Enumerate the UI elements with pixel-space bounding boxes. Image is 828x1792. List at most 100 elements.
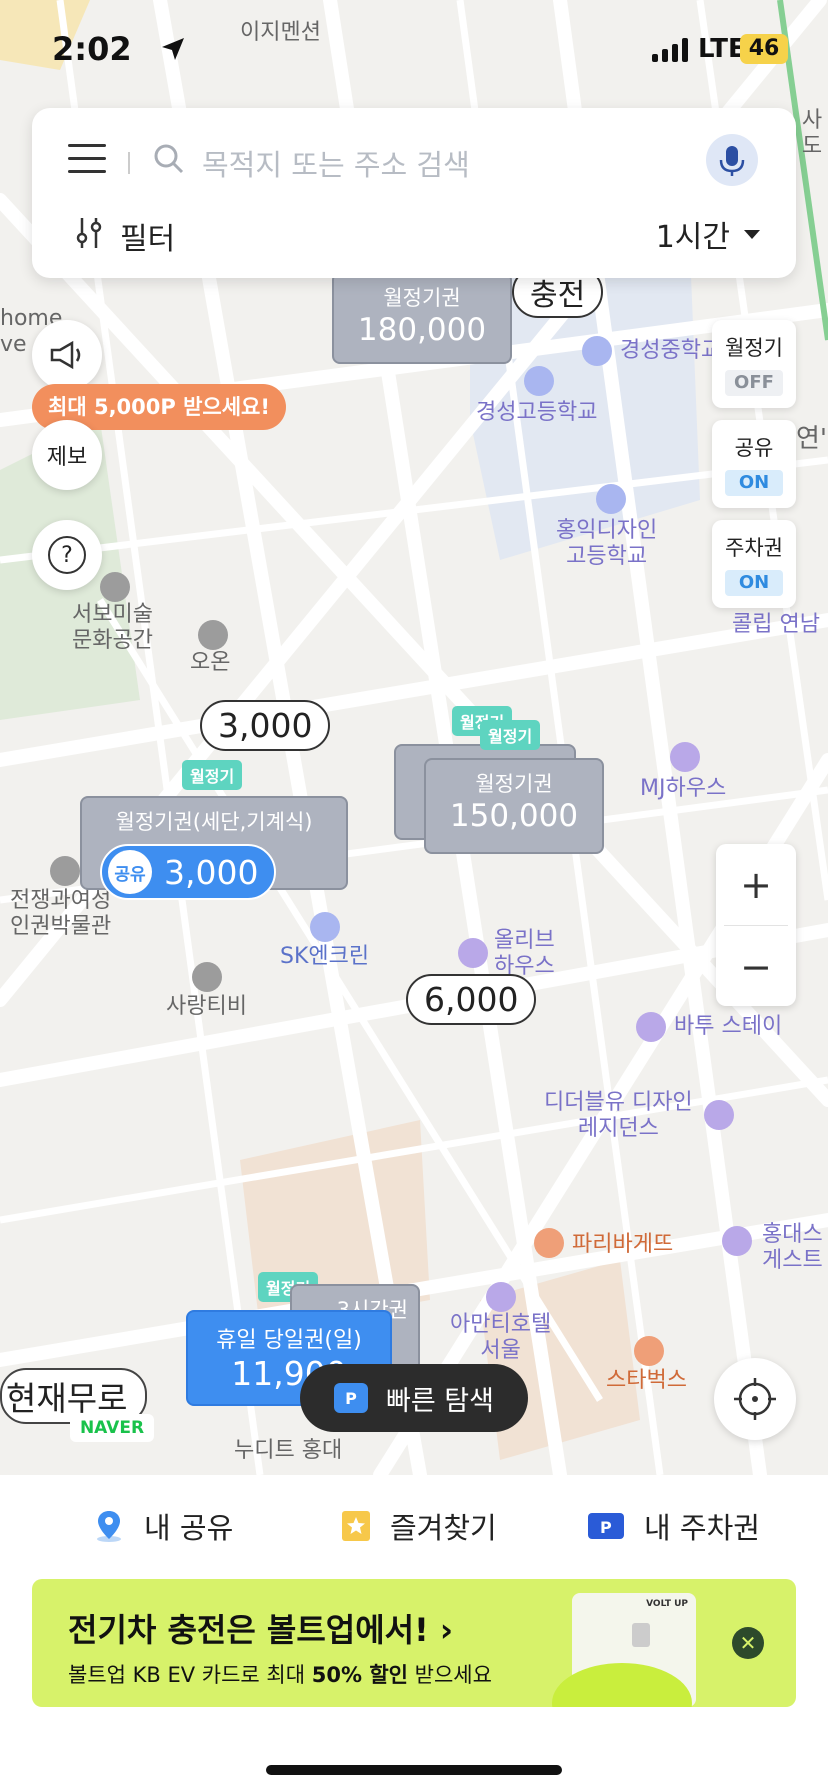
tab-my-ticket[interactable]: P 내 주차권 xyxy=(586,1505,760,1547)
poi-label: 사랑티비 xyxy=(166,994,247,1019)
zoom-in-button[interactable]: + xyxy=(716,844,796,925)
poi-label: SK엔크린 xyxy=(280,944,370,969)
star-icon xyxy=(342,1511,370,1541)
voice-guide-button[interactable] xyxy=(32,320,102,390)
naver-logo: NAVER xyxy=(70,1414,154,1442)
school-icon xyxy=(524,366,554,396)
tab-label: 즐겨찾기 xyxy=(390,1511,497,1545)
gas-station-icon xyxy=(310,912,340,942)
price-marker[interactable]: 6,000 xyxy=(406,974,537,1025)
toggle-state: ON xyxy=(725,470,783,496)
parking-ticket-icon: P xyxy=(588,1513,624,1539)
marker-price: 3,000 xyxy=(164,852,259,892)
zoom-out-button[interactable]: − xyxy=(716,926,796,1007)
menu-icon[interactable] xyxy=(68,144,106,174)
poi-label: 홍익디자인 고등학교 xyxy=(556,518,658,570)
toggle-label: 공유 xyxy=(734,436,774,460)
monthly-badge: 월정기 xyxy=(480,720,541,750)
tab-label: 내 주차권 xyxy=(644,1511,760,1545)
report-button[interactable]: 제보 xyxy=(32,420,102,490)
filter-icon[interactable] xyxy=(74,216,104,250)
close-banner-button[interactable]: ✕ xyxy=(732,1627,764,1659)
quick-search-button[interactable]: P 빠른 탐색 xyxy=(300,1364,528,1432)
microphone-icon xyxy=(719,146,745,176)
tab-my-share[interactable]: 내 공유 xyxy=(92,1505,233,1547)
svg-text:P: P xyxy=(600,1518,612,1537)
shared-badge: 공유 xyxy=(108,850,152,894)
marker-title: 월정기권(세단,기계식) xyxy=(115,810,313,834)
poi-label: 경성고등학교 xyxy=(476,400,598,425)
status-time: 2:02 xyxy=(52,30,132,68)
poi-label: 스타벅스 xyxy=(606,1368,687,1393)
price-marker[interactable]: 3,000 xyxy=(200,700,331,751)
hotel-icon xyxy=(704,1100,734,1130)
bottom-panel: 내 공유 즐겨찾기 P 내 주차권 전기차 충전은 볼트업에서! › 볼트업 K… xyxy=(0,1475,828,1792)
status-bar: 2:02 LTE 46 xyxy=(0,0,828,100)
parking-icon: P xyxy=(334,1383,369,1413)
hotel-icon xyxy=(458,938,488,968)
voice-search-button[interactable] xyxy=(706,134,758,186)
poi-label: 콜립 연남 xyxy=(732,612,820,637)
speaker-icon xyxy=(50,340,81,370)
signal-icon xyxy=(652,38,688,62)
poi-label: MJ하우스 xyxy=(640,776,727,801)
hotel-icon xyxy=(722,1226,752,1256)
poi-label: 아만티호텔 서울 xyxy=(450,1312,552,1364)
marker-price: 150,000 xyxy=(449,798,579,834)
toggle-label: 주차권 xyxy=(725,536,783,560)
help-button[interactable]: ? xyxy=(32,520,102,590)
poi-label: 서보미술 문화공간 xyxy=(72,602,153,654)
crosshair-icon xyxy=(734,1378,776,1420)
toggle-ticket[interactable]: 주차권 ON xyxy=(712,520,796,608)
monthly-pass-marker[interactable]: 월정기권 150,000 xyxy=(424,758,604,854)
search-input[interactable]: 목적지 또는 주소 검색 xyxy=(202,142,470,184)
gallery-icon xyxy=(198,620,228,650)
search-card: 목적지 또는 주소 검색 필터 1시간 xyxy=(32,108,796,278)
poi-label: 연' xyxy=(796,424,828,454)
poi-label: 올리브 하우스 xyxy=(494,928,555,980)
cafe-icon xyxy=(634,1336,664,1366)
promo-banner[interactable]: 전기차 충전은 볼트업에서! › 볼트업 KB EV 카드로 최대 50% 할인… xyxy=(32,1579,796,1707)
banner-subtitle: 볼트업 KB EV 카드로 최대 50% 할인 받으세요 xyxy=(68,1663,492,1687)
gallery-icon xyxy=(100,572,130,602)
poi-label: 전쟁과여성 인권박물관 xyxy=(10,888,112,940)
toggle-label: 월정기 xyxy=(725,336,783,360)
museum-icon xyxy=(50,856,80,886)
monthly-badge: 월정기 xyxy=(182,760,243,790)
help-icon: ? xyxy=(48,536,86,574)
poi-label: 오온 xyxy=(190,650,231,675)
report-label: 제보 xyxy=(46,445,88,470)
toggle-monthly[interactable]: 월정기 OFF xyxy=(712,320,796,408)
shared-parking-marker[interactable]: 공유 3,000 xyxy=(100,844,277,900)
marker-title: 월정기권 xyxy=(475,772,553,796)
home-indicator xyxy=(266,1765,562,1775)
filter-button[interactable]: 필터 xyxy=(120,214,175,258)
caret-down-icon xyxy=(744,229,760,239)
toggle-state: OFF xyxy=(725,370,783,396)
tv-icon xyxy=(192,962,222,992)
bottom-tabs: 내 공유 즐겨찾기 P 내 주차권 xyxy=(0,1475,828,1577)
location-pin-icon xyxy=(97,1511,121,1542)
school-icon xyxy=(596,484,626,514)
quick-search-label: 빠른 탐색 xyxy=(386,1385,494,1417)
school-icon xyxy=(582,336,612,366)
duration-select[interactable]: 1시간 xyxy=(656,212,760,256)
banner-title: 전기차 충전은 볼트업에서! › xyxy=(68,1611,454,1649)
bakery-icon xyxy=(534,1228,564,1258)
poi-label: 누디트 홍대 xyxy=(234,1438,343,1463)
tab-favorites[interactable]: 즐겨찾기 xyxy=(340,1505,497,1547)
poi-label: 경성중학교 xyxy=(620,338,722,363)
hotel-icon xyxy=(670,742,700,772)
toggle-shared[interactable]: 공유 ON xyxy=(712,420,796,508)
poi-label: 바투 스테이 xyxy=(674,1014,783,1039)
marker-title: 휴일 당일권(일) xyxy=(216,1328,362,1353)
tab-label: 내 공유 xyxy=(144,1511,234,1545)
marker-price: 180,000 xyxy=(357,312,487,348)
poi-label: 홍대스 게스트 xyxy=(762,1222,823,1274)
poi-label: 파리바게뜨 xyxy=(572,1232,674,1257)
hotel-icon xyxy=(486,1282,516,1312)
poi-label: 디더블유 디자인 레지던스 xyxy=(544,1090,693,1142)
current-location-button[interactable] xyxy=(714,1358,796,1440)
monthly-pass-marker[interactable]: 월정기권 180,000 xyxy=(332,272,512,364)
zoom-control: + − xyxy=(716,844,796,1006)
